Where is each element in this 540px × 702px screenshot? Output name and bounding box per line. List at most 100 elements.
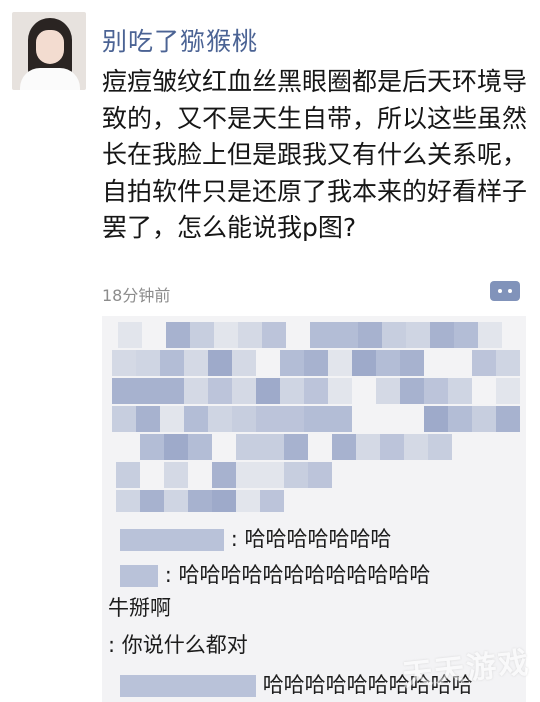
mosaic-block	[118, 322, 142, 348]
mosaic-block	[496, 350, 520, 376]
comment-text: : 你说什么都对	[108, 633, 248, 657]
mosaic-block	[310, 322, 334, 348]
mosaic-block	[116, 462, 140, 488]
mosaic-block	[136, 350, 160, 376]
mosaic-block	[496, 406, 520, 432]
mosaic-block	[376, 350, 400, 376]
comment-line: 牛掰啊	[108, 595, 171, 621]
comment-button[interactable]	[490, 281, 520, 301]
mosaic-block	[356, 434, 380, 460]
mosaic-block	[208, 350, 232, 376]
comment-line: : 哈哈哈哈哈哈哈哈哈哈哈哈	[120, 562, 430, 588]
mosaic-block	[332, 434, 356, 460]
mosaic-block	[184, 378, 208, 404]
mosaic-block	[382, 322, 406, 348]
pixelated-name	[120, 675, 256, 697]
avatar-shirt	[20, 68, 80, 90]
mosaic-block	[232, 378, 256, 404]
mosaic-block	[358, 322, 382, 348]
mosaic-block	[208, 378, 232, 404]
mosaic-block	[328, 378, 352, 404]
mosaic-block	[164, 462, 188, 488]
mosaic-block	[236, 462, 260, 488]
post-timestamp: 18分钟前	[102, 286, 171, 305]
mosaic-block	[112, 406, 136, 432]
mosaic-block	[404, 434, 428, 460]
mosaic-block	[208, 406, 232, 432]
mosaic-block	[260, 490, 284, 512]
mosaic-block	[478, 322, 502, 348]
mosaic-block	[280, 406, 304, 432]
mosaic-block	[160, 378, 184, 404]
avatar-face	[36, 30, 64, 64]
mosaic-block	[262, 322, 286, 348]
comment-text: : 哈哈哈哈哈哈哈	[230, 527, 392, 551]
pixelated-name	[120, 565, 158, 587]
mosaic-block	[280, 378, 304, 404]
mosaic-block	[160, 406, 184, 432]
mosaic-block	[376, 378, 400, 404]
comment-line: : 你说什么都对	[108, 632, 248, 658]
mosaic-block	[140, 490, 164, 512]
mosaic-block	[184, 406, 208, 432]
post-text: 痘痘皱纹红血丝黑眼圈都是后天环境导致的，又不是天生自带，所以这些虽然长在我脸上但…	[102, 67, 528, 243]
mosaic-block	[260, 462, 284, 488]
mosaic-block	[400, 378, 424, 404]
mosaic-block	[184, 350, 208, 376]
mosaic-block	[284, 434, 308, 460]
mosaic-block	[380, 434, 404, 460]
mosaic-block	[112, 378, 136, 404]
mosaic-block	[236, 434, 260, 460]
comment-text: : 哈哈哈哈哈哈哈哈哈哈哈哈	[164, 563, 431, 587]
mosaic-block	[164, 490, 188, 512]
mosaic-block	[166, 322, 190, 348]
mosaic-block	[496, 378, 520, 404]
mosaic-block	[284, 462, 308, 488]
mosaic-block	[448, 378, 472, 404]
mosaic-block	[454, 322, 478, 348]
mosaic-block	[448, 406, 472, 432]
mosaic-block	[304, 406, 328, 432]
comment-line: : 哈哈哈哈哈哈哈	[120, 526, 391, 552]
mosaic-block	[232, 350, 256, 376]
mosaic-block	[236, 490, 260, 512]
mosaic-block	[472, 350, 496, 376]
mosaic-block	[352, 350, 376, 376]
mosaic-block	[238, 322, 262, 348]
mosaic-block	[256, 378, 280, 404]
pixelated-name	[120, 529, 224, 551]
mosaic-block	[188, 490, 212, 512]
mosaic-block	[112, 350, 136, 376]
mosaic-block	[212, 490, 236, 512]
mosaic-block	[430, 322, 454, 348]
mosaic-block	[424, 378, 448, 404]
mosaic-block	[212, 462, 236, 488]
mosaic-block	[116, 490, 140, 512]
mosaic-block	[160, 350, 184, 376]
username[interactable]: 别吃了猕猴桃	[102, 22, 258, 58]
mosaic-block	[136, 378, 160, 404]
mosaic-block	[428, 434, 452, 460]
mosaic-block	[190, 322, 214, 348]
mosaic-block	[256, 406, 280, 432]
mosaic-block	[304, 378, 328, 404]
mosaic-block	[308, 462, 332, 488]
mosaic-block	[328, 406, 352, 432]
mosaic-block	[214, 322, 238, 348]
mosaic-block	[140, 434, 164, 460]
comment-icon	[498, 289, 502, 293]
mosaic-block	[472, 406, 496, 432]
mosaic-block	[260, 434, 284, 460]
avatar[interactable]	[12, 12, 86, 90]
mosaic-block	[424, 406, 448, 432]
mosaic-block	[334, 322, 358, 348]
mosaic-block	[232, 406, 256, 432]
comment-text: 牛掰啊	[108, 596, 171, 620]
comment-icon-dot	[508, 289, 512, 293]
mosaic-block	[328, 350, 352, 376]
mosaic-block	[406, 322, 430, 348]
mosaic-block	[188, 434, 212, 460]
mosaic-block	[400, 350, 424, 376]
mosaic-block	[164, 434, 188, 460]
mosaic-block	[280, 350, 304, 376]
